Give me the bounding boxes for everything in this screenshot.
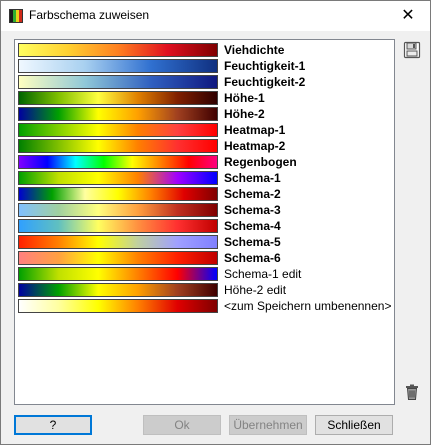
color-gradient-swatch (18, 235, 218, 249)
apply-button[interactable]: Übernehmen (229, 415, 307, 435)
scheme-label: Schema-4 (224, 219, 281, 233)
scheme-row[interactable]: Regenbogen (18, 154, 390, 169)
scheme-row[interactable]: Höhe-1 (18, 90, 390, 105)
close-button[interactable]: Schließen (315, 415, 393, 435)
scheme-label: Heatmap-1 (224, 123, 286, 137)
color-gradient-swatch (18, 91, 218, 105)
scheme-row[interactable]: Schema-5 (18, 234, 390, 249)
help-button[interactable]: ? (14, 415, 92, 435)
scheme-row[interactable]: Höhe-2 (18, 106, 390, 121)
color-scheme-icon (9, 9, 23, 23)
color-gradient-swatch (18, 299, 218, 313)
color-gradient-swatch (18, 107, 218, 121)
scheme-label: Schema-2 (224, 187, 281, 201)
scheme-label: <zum Speichern umbenennen> (224, 299, 392, 313)
scheme-row[interactable]: Feuchtigkeit-1 (18, 58, 390, 73)
scheme-row[interactable]: Schema-1 (18, 170, 390, 185)
save-button[interactable] (402, 41, 422, 61)
color-gradient-swatch (18, 123, 218, 137)
ok-button[interactable]: Ok (143, 415, 221, 435)
scheme-row[interactable]: Schema-1 edit (18, 266, 390, 281)
color-gradient-swatch (18, 75, 218, 89)
scheme-label: Regenbogen (224, 155, 297, 169)
scheme-label: Höhe-1 (224, 91, 265, 105)
scheme-row[interactable]: Schema-4 (18, 218, 390, 233)
scheme-row[interactable]: Feuchtigkeit-2 (18, 74, 390, 89)
scheme-label: Feuchtigkeit-1 (224, 59, 306, 73)
title-bar: Farbschema zuweisen ✕ (1, 1, 430, 31)
scheme-row[interactable]: Höhe-2 edit (18, 282, 390, 297)
color-gradient-swatch (18, 187, 218, 201)
scheme-label: Schema-1 (224, 171, 281, 185)
delete-button[interactable] (402, 383, 422, 403)
scheme-label: Heatmap-2 (224, 139, 286, 153)
scheme-label: Höhe-2 edit (224, 283, 287, 297)
scheme-row[interactable]: Schema-6 (18, 250, 390, 265)
dialog-window: Farbschema zuweisen ✕ Viehdichte Feuchtig… (0, 0, 431, 445)
scheme-row[interactable]: Heatmap-1 (18, 122, 390, 137)
scheme-label: Schema-1 edit (224, 267, 302, 281)
color-gradient-swatch (18, 171, 218, 185)
color-gradient-swatch (18, 139, 218, 153)
color-gradient-swatch (18, 59, 218, 73)
save-icon (403, 41, 421, 59)
scheme-row[interactable]: <zum Speichern umbenennen> (18, 298, 392, 313)
color-scheme-list[interactable]: Viehdichte Feuchtigkeit-1 Feuchtigkeit-2 Hö… (14, 39, 395, 405)
scheme-row[interactable]: Schema-2 (18, 186, 390, 201)
scheme-label: Schema-5 (224, 235, 281, 249)
scheme-label: Höhe-2 (224, 107, 265, 121)
scheme-label: Viehdichte (224, 43, 285, 57)
color-gradient-swatch (18, 283, 218, 297)
color-gradient-swatch (18, 155, 218, 169)
scheme-row[interactable]: Heatmap-2 (18, 138, 390, 153)
color-gradient-swatch (18, 219, 218, 233)
color-gradient-swatch (18, 203, 218, 217)
window-title: Farbschema zuweisen (29, 8, 150, 22)
scheme-label: Schema-3 (224, 203, 281, 217)
trash-icon (406, 384, 418, 400)
scheme-label: Schema-6 (224, 251, 281, 265)
color-gradient-swatch (18, 43, 218, 57)
scheme-row[interactable]: Schema-3 (18, 202, 390, 217)
close-window-button[interactable]: ✕ (386, 1, 430, 31)
scheme-label: Feuchtigkeit-2 (224, 75, 306, 89)
scheme-row[interactable]: Viehdichte (18, 42, 390, 57)
color-gradient-swatch (18, 267, 218, 281)
color-gradient-swatch (18, 251, 218, 265)
